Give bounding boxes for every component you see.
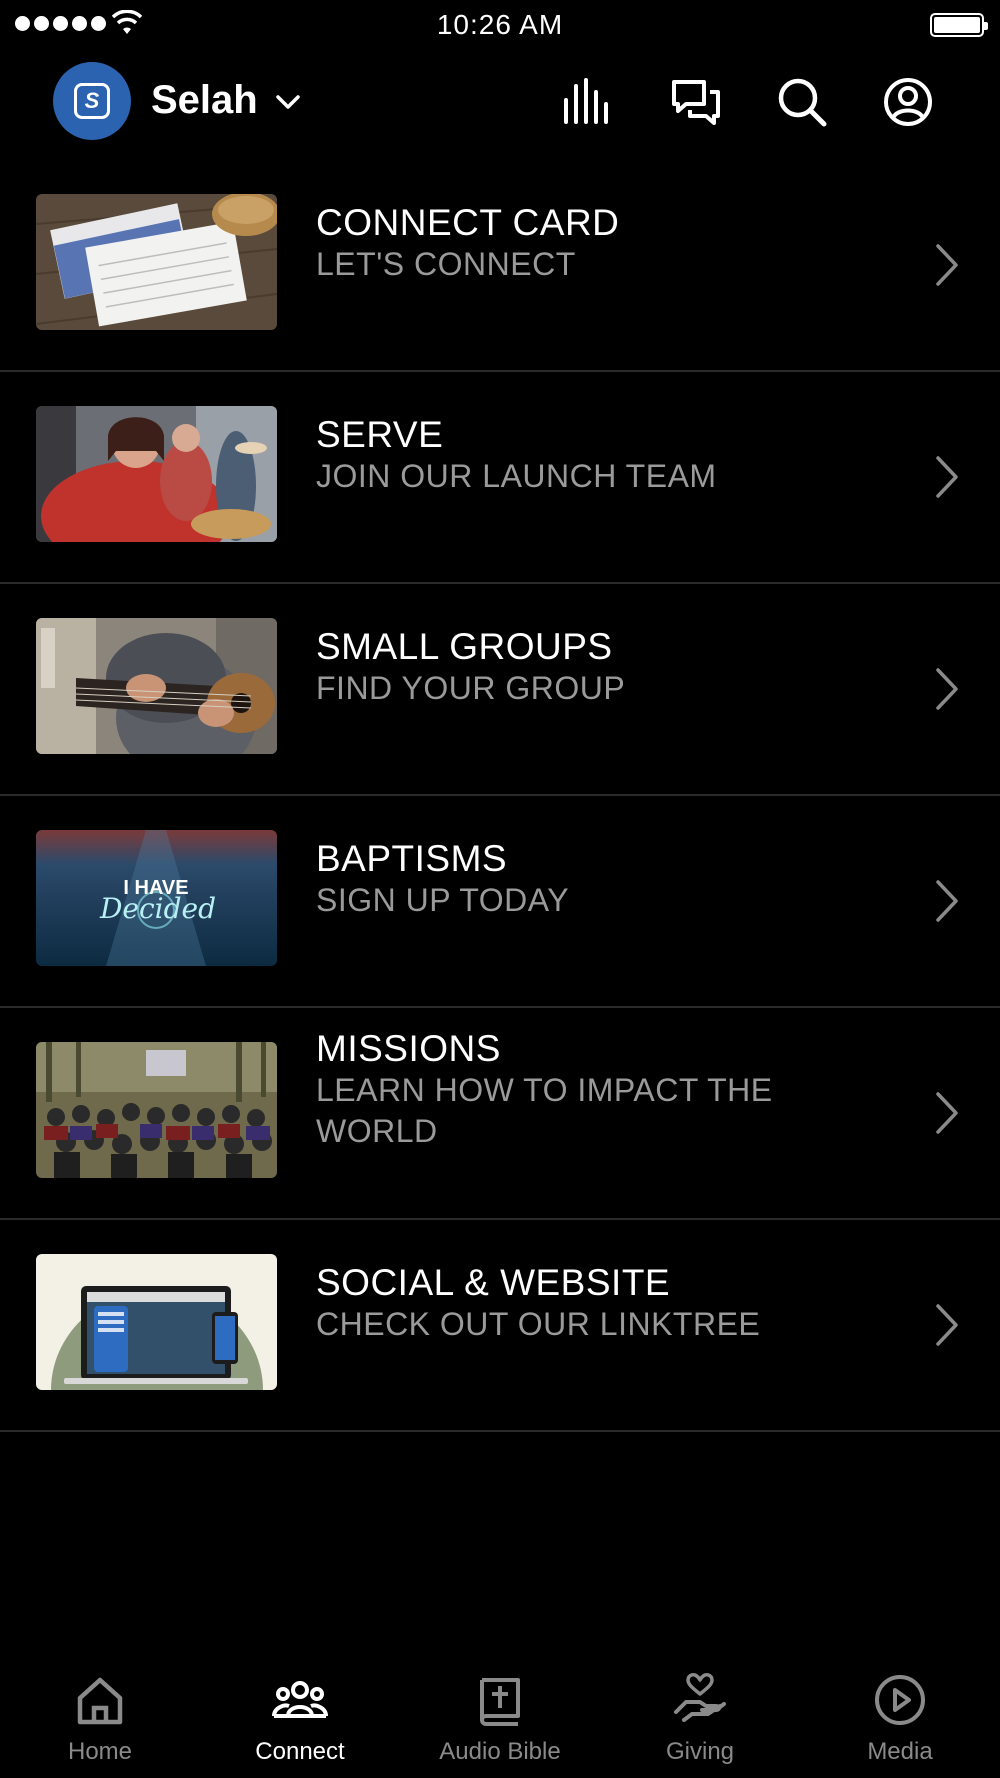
- chevron-right-icon: [936, 880, 958, 922]
- bible-icon: [480, 1678, 520, 1726]
- tab-label: Media: [867, 1738, 933, 1765]
- chevron-down-icon[interactable]: [274, 90, 302, 114]
- home-icon: [77, 1677, 123, 1725]
- chevron-right-icon: [936, 1304, 958, 1346]
- list-item-subtitle: LEARN HOW TO IMPACT THE WORLD: [316, 1072, 773, 1149]
- thumbnail-script: Decided: [99, 892, 216, 925]
- connect-list: CONNECT CARD LET'S CONNECT SERVE JOIN OU…: [0, 160, 1000, 1432]
- list-item-missions[interactable]: MISSIONS LEARN HOW TO IMPACT THE WORLD: [0, 1008, 1000, 1220]
- status-time: 10:26 AM: [436, 9, 564, 40]
- tab-audio-bible[interactable]: Audio Bible: [400, 1648, 600, 1778]
- list-item-title: CONNECT CARD: [316, 202, 620, 243]
- list-item-connect-card[interactable]: CONNECT CARD LET'S CONNECT: [0, 160, 1000, 372]
- battery-icon: [930, 13, 988, 37]
- tab-giving[interactable]: Giving: [600, 1648, 800, 1778]
- tab-bar: Home Connect Audio Bible Giving Media: [0, 1648, 1000, 1778]
- play-circle-icon: [875, 1675, 925, 1725]
- chat-icon[interactable]: [670, 76, 722, 128]
- chevron-right-icon: [936, 244, 958, 286]
- tab-label: Audio Bible: [439, 1738, 561, 1765]
- small-groups-thumbnail: [36, 618, 277, 754]
- social-website-thumbnail: [36, 1254, 277, 1390]
- list-item-title: BAPTISMS: [316, 838, 508, 879]
- list-item-title: SMALL GROUPS: [316, 626, 613, 667]
- list-item-title: MISSIONS: [316, 1028, 501, 1069]
- chevron-right-icon: [936, 456, 958, 498]
- baptisms-thumbnail: I HAVE Decided: [36, 830, 277, 966]
- account-icon[interactable]: [882, 76, 934, 128]
- tab-home[interactable]: Home: [0, 1648, 200, 1778]
- tab-label: Giving: [665, 1738, 735, 1765]
- tab-label: Home: [67, 1738, 133, 1765]
- list-item-subtitle: JOIN OUR LAUNCH TEAM: [316, 458, 717, 494]
- people-icon: [272, 1681, 328, 1718]
- app-header: S Selah: [0, 62, 1000, 142]
- tab-label: Connect: [255, 1738, 345, 1765]
- tab-media[interactable]: Media: [800, 1648, 1000, 1778]
- list-item-baptisms[interactable]: I HAVE Decided BAPTISMS SIGN UP TODAY: [0, 796, 1000, 1008]
- org-logo-icon: S: [74, 83, 110, 119]
- list-item-subtitle: FIND YOUR GROUP: [316, 670, 626, 706]
- list-item-title: SOCIAL & WEBSITE: [316, 1262, 671, 1303]
- audio-bars-icon[interactable]: [562, 76, 614, 128]
- list-item-title: SERVE: [316, 414, 444, 455]
- status-bar: 10:26 AM: [0, 0, 1000, 50]
- list-item-serve[interactable]: SERVE JOIN OUR LAUNCH TEAM: [0, 372, 1000, 584]
- org-name[interactable]: Selah: [151, 78, 258, 123]
- serve-thumbnail: [36, 406, 277, 542]
- org-avatar[interactable]: S: [53, 62, 131, 140]
- giving-hand-icon: [674, 1673, 726, 1722]
- list-item-subtitle: CHECK OUT OUR LINKTREE: [316, 1306, 761, 1342]
- list-item-subtitle: SIGN UP TODAY: [316, 882, 570, 918]
- missions-thumbnail: [36, 1042, 277, 1178]
- list-item-small-groups[interactable]: SMALL GROUPS FIND YOUR GROUP: [0, 584, 1000, 796]
- chevron-right-icon: [936, 668, 958, 710]
- chevron-right-icon: [936, 1092, 958, 1134]
- connect-card-thumbnail: [36, 194, 277, 330]
- list-item-subtitle: LET'S CONNECT: [316, 246, 576, 282]
- tab-connect[interactable]: Connect: [200, 1648, 400, 1778]
- list-item-social-website[interactable]: SOCIAL & WEBSITE CHECK OUT OUR LINKTREE: [0, 1220, 1000, 1432]
- search-icon[interactable]: [776, 76, 828, 128]
